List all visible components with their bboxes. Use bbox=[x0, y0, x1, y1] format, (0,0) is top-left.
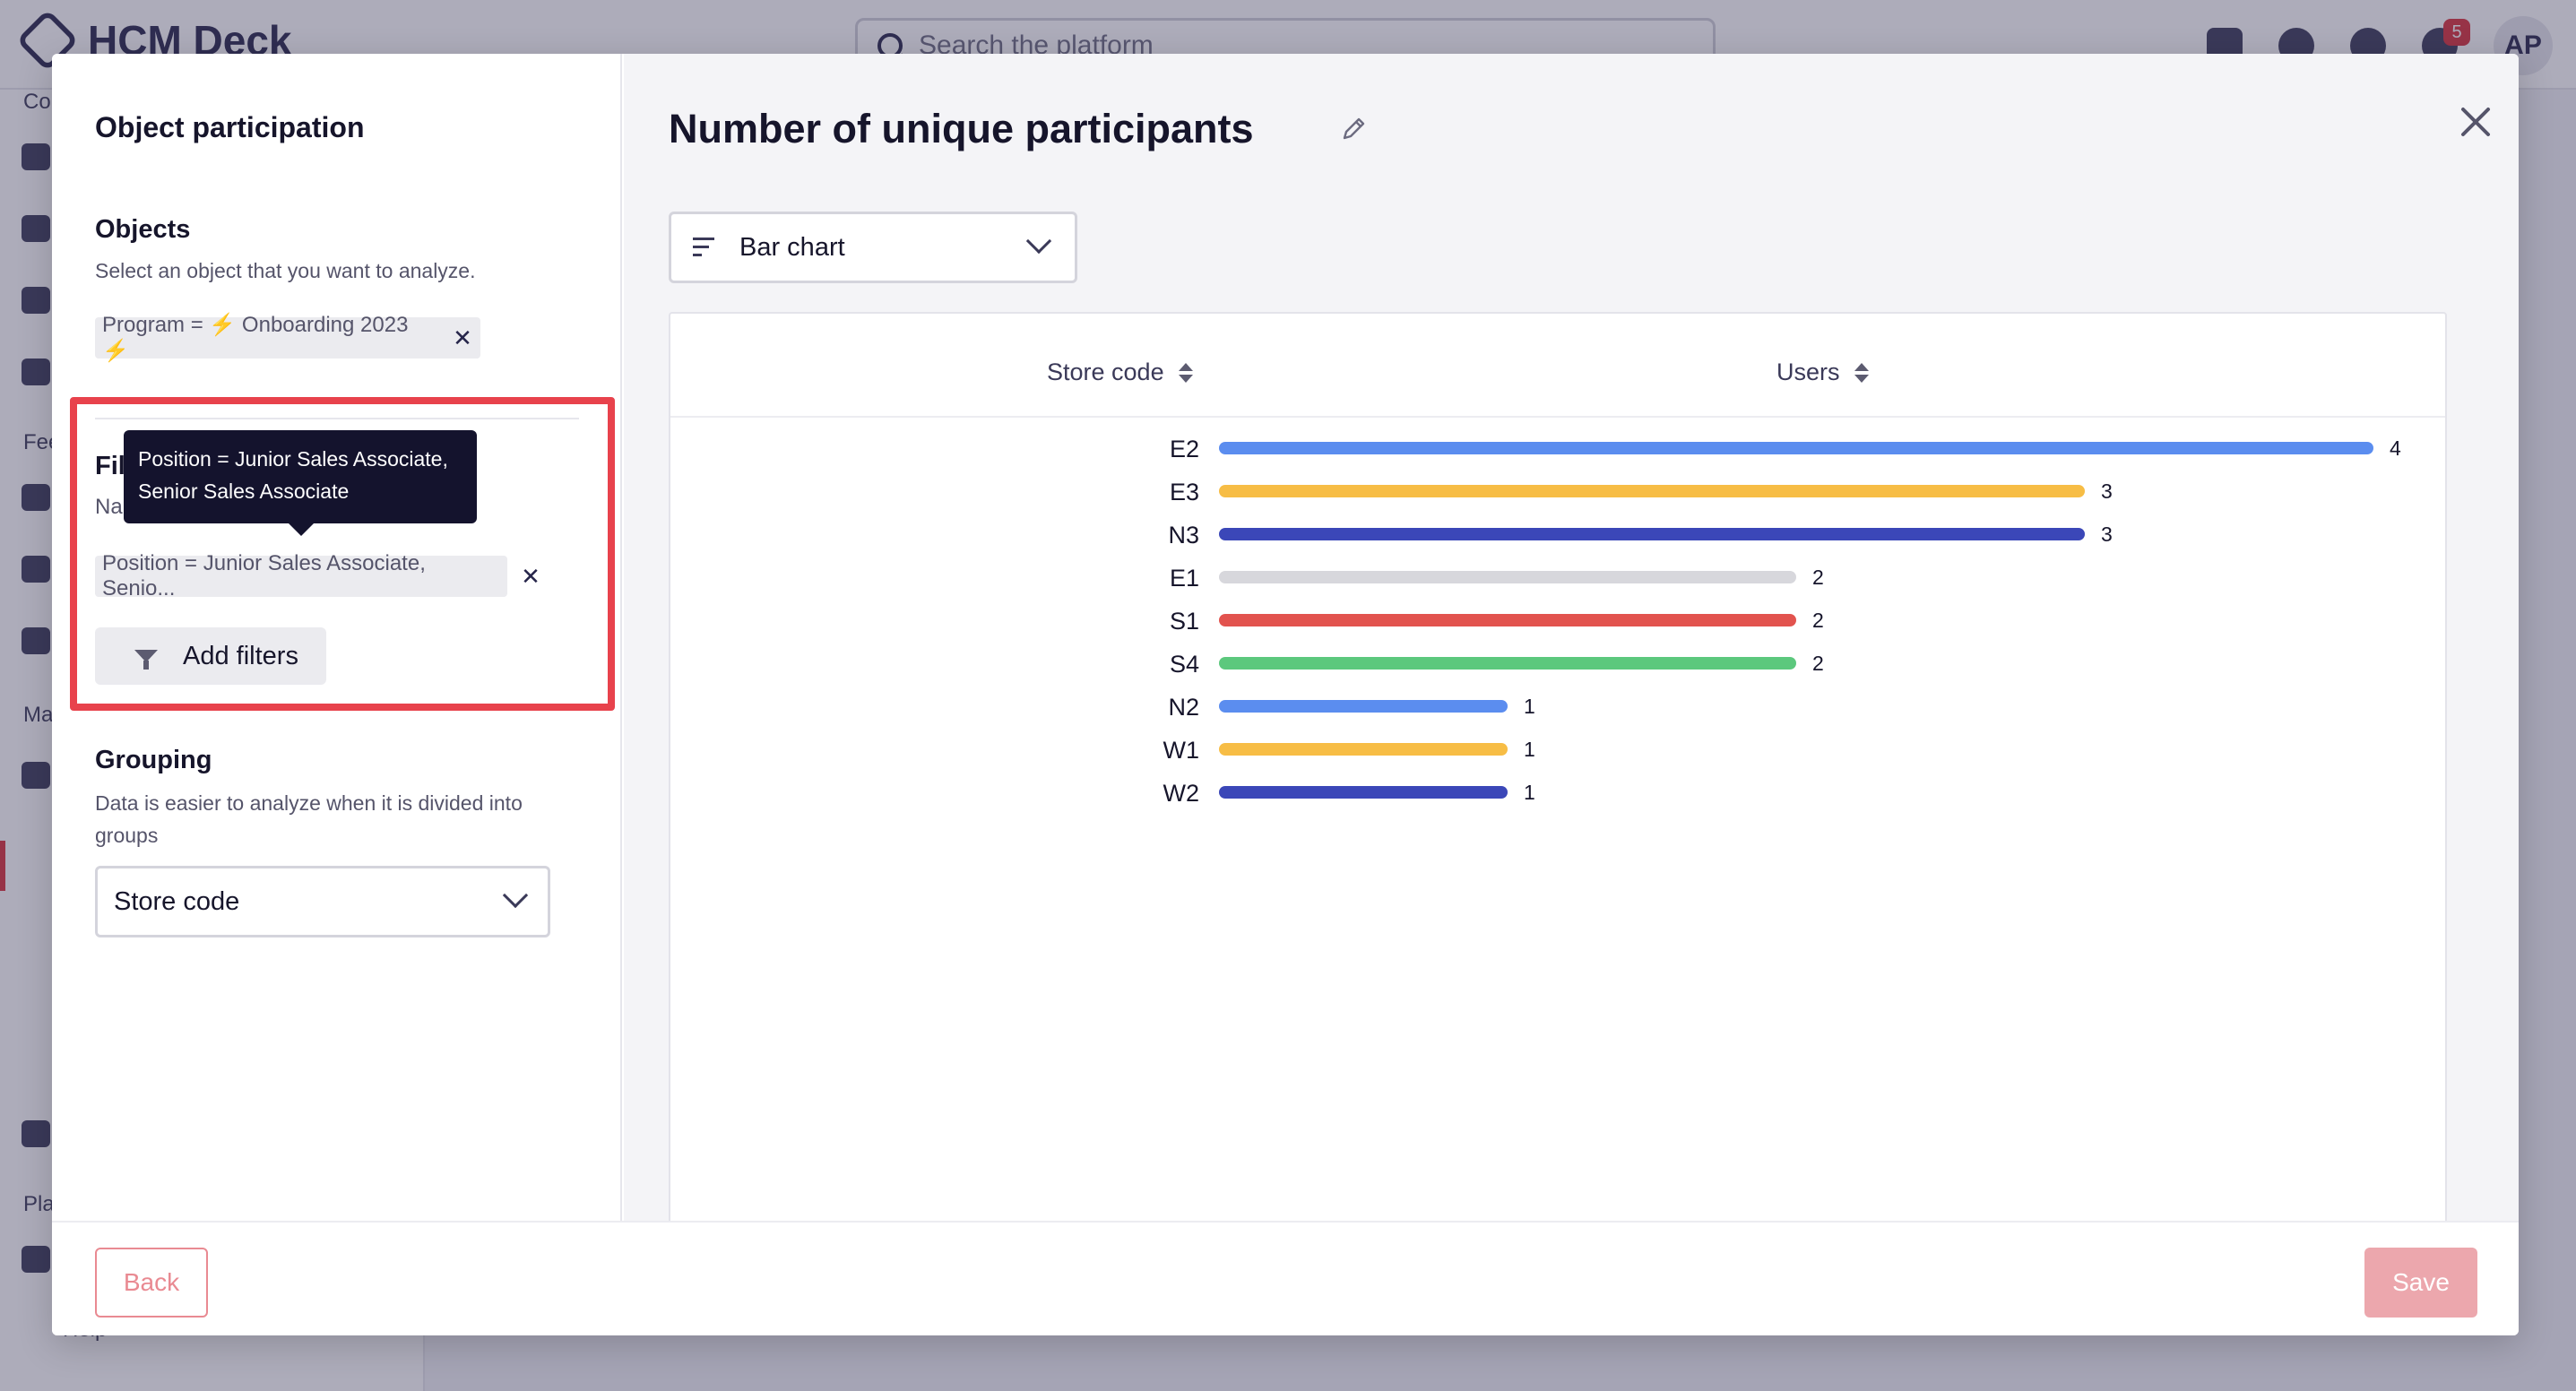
value-label: 4 bbox=[2390, 436, 2401, 460]
modal-footer: Back Save bbox=[52, 1221, 2519, 1335]
category-label: N3 bbox=[1168, 522, 1199, 549]
chart-card: Store code Users E2 4 E3 3 N3 3 E1 2 S1 2 S4 2 N2 1 W1… bbox=[669, 312, 2447, 1226]
column-header-users[interactable]: Users bbox=[1776, 359, 1869, 386]
column-header-store-code[interactable]: Store code bbox=[1047, 359, 1193, 386]
grouping-selected-label: Store code bbox=[114, 886, 240, 916]
save-button[interactable]: Save bbox=[2364, 1248, 2477, 1318]
object-chip-label: Program = ⚡ Onboarding 2023 ⚡ bbox=[102, 313, 409, 363]
bar-n3[interactable] bbox=[1219, 528, 2085, 540]
chart-panel: Number of unique participants Bar chart … bbox=[624, 54, 2519, 1226]
back-button[interactable]: Back bbox=[95, 1248, 208, 1318]
chevron-down-icon bbox=[502, 882, 529, 909]
value-label: 1 bbox=[1524, 695, 1535, 718]
remove-object-icon[interactable]: ✕ bbox=[445, 317, 480, 359]
bar-s1[interactable] bbox=[1219, 614, 1796, 626]
chart-type-label: Bar chart bbox=[739, 232, 845, 262]
close-icon[interactable] bbox=[2452, 99, 2499, 145]
category-label: E3 bbox=[1170, 479, 1199, 505]
value-label: 2 bbox=[1812, 566, 1824, 589]
bar-s4[interactable] bbox=[1219, 657, 1796, 670]
bar-chart-icon bbox=[693, 238, 716, 257]
bar-w2[interactable] bbox=[1219, 786, 1508, 799]
value-label: 1 bbox=[1524, 781, 1535, 804]
sort-icon bbox=[1178, 362, 1193, 383]
category-label: S4 bbox=[1170, 651, 1199, 678]
chart-table-header: Store code Users bbox=[670, 314, 2445, 418]
grouping-description: Data is easier to analyze when it is div… bbox=[95, 791, 523, 847]
bar-e3[interactable] bbox=[1219, 485, 2085, 497]
filter-tooltip: Position = Junior Sales Associate, Senio… bbox=[124, 430, 477, 536]
tooltip-line: Position = Junior Sales Associate, bbox=[138, 447, 448, 471]
category-label: W1 bbox=[1163, 737, 1200, 764]
chart-title: Number of unique participants bbox=[669, 106, 1254, 151]
category-label: E2 bbox=[1170, 436, 1199, 462]
chart-type-select[interactable]: Bar chart bbox=[669, 212, 1077, 283]
panel-title: Object participation bbox=[95, 111, 365, 143]
value-label: 3 bbox=[2101, 523, 2113, 546]
bar-e1[interactable] bbox=[1219, 571, 1796, 583]
sort-icon bbox=[1854, 362, 1869, 383]
settings-panel: Object participation Objects Select an o… bbox=[52, 54, 622, 1221]
chevron-down-icon bbox=[1025, 228, 1052, 255]
bar-n2[interactable] bbox=[1219, 700, 1508, 713]
category-label: W2 bbox=[1163, 780, 1200, 807]
grouping-title: Grouping bbox=[95, 746, 212, 774]
tooltip-line: Senior Sales Associate bbox=[138, 480, 350, 503]
value-label: 1 bbox=[1524, 738, 1535, 761]
objects-title: Objects bbox=[95, 215, 191, 244]
grouping-select[interactable]: Store code bbox=[95, 866, 550, 937]
category-label: N2 bbox=[1168, 694, 1199, 721]
bar-e2[interactable] bbox=[1219, 442, 2373, 454]
analysis-modal: Object participation Objects Select an o… bbox=[52, 54, 2519, 1335]
objects-description: Select an object that you want to analyz… bbox=[95, 259, 476, 282]
value-label: 2 bbox=[1812, 609, 1824, 632]
column-header-label: Store code bbox=[1047, 359, 1164, 385]
bar-chart: E2 4 E3 3 N3 3 E1 2 S1 2 S4 2 N2 1 W1 1 W2 1 bbox=[1163, 436, 2402, 807]
edit-icon[interactable] bbox=[1341, 115, 1368, 142]
column-header-label: Users bbox=[1776, 359, 1840, 385]
category-label: E1 bbox=[1170, 565, 1199, 592]
bar-w1[interactable] bbox=[1219, 743, 1508, 756]
value-label: 2 bbox=[1812, 652, 1824, 675]
category-label: S1 bbox=[1170, 608, 1199, 635]
object-chip: Program = ⚡ Onboarding 2023 ⚡ bbox=[95, 313, 480, 363]
value-label: 3 bbox=[2101, 480, 2113, 503]
